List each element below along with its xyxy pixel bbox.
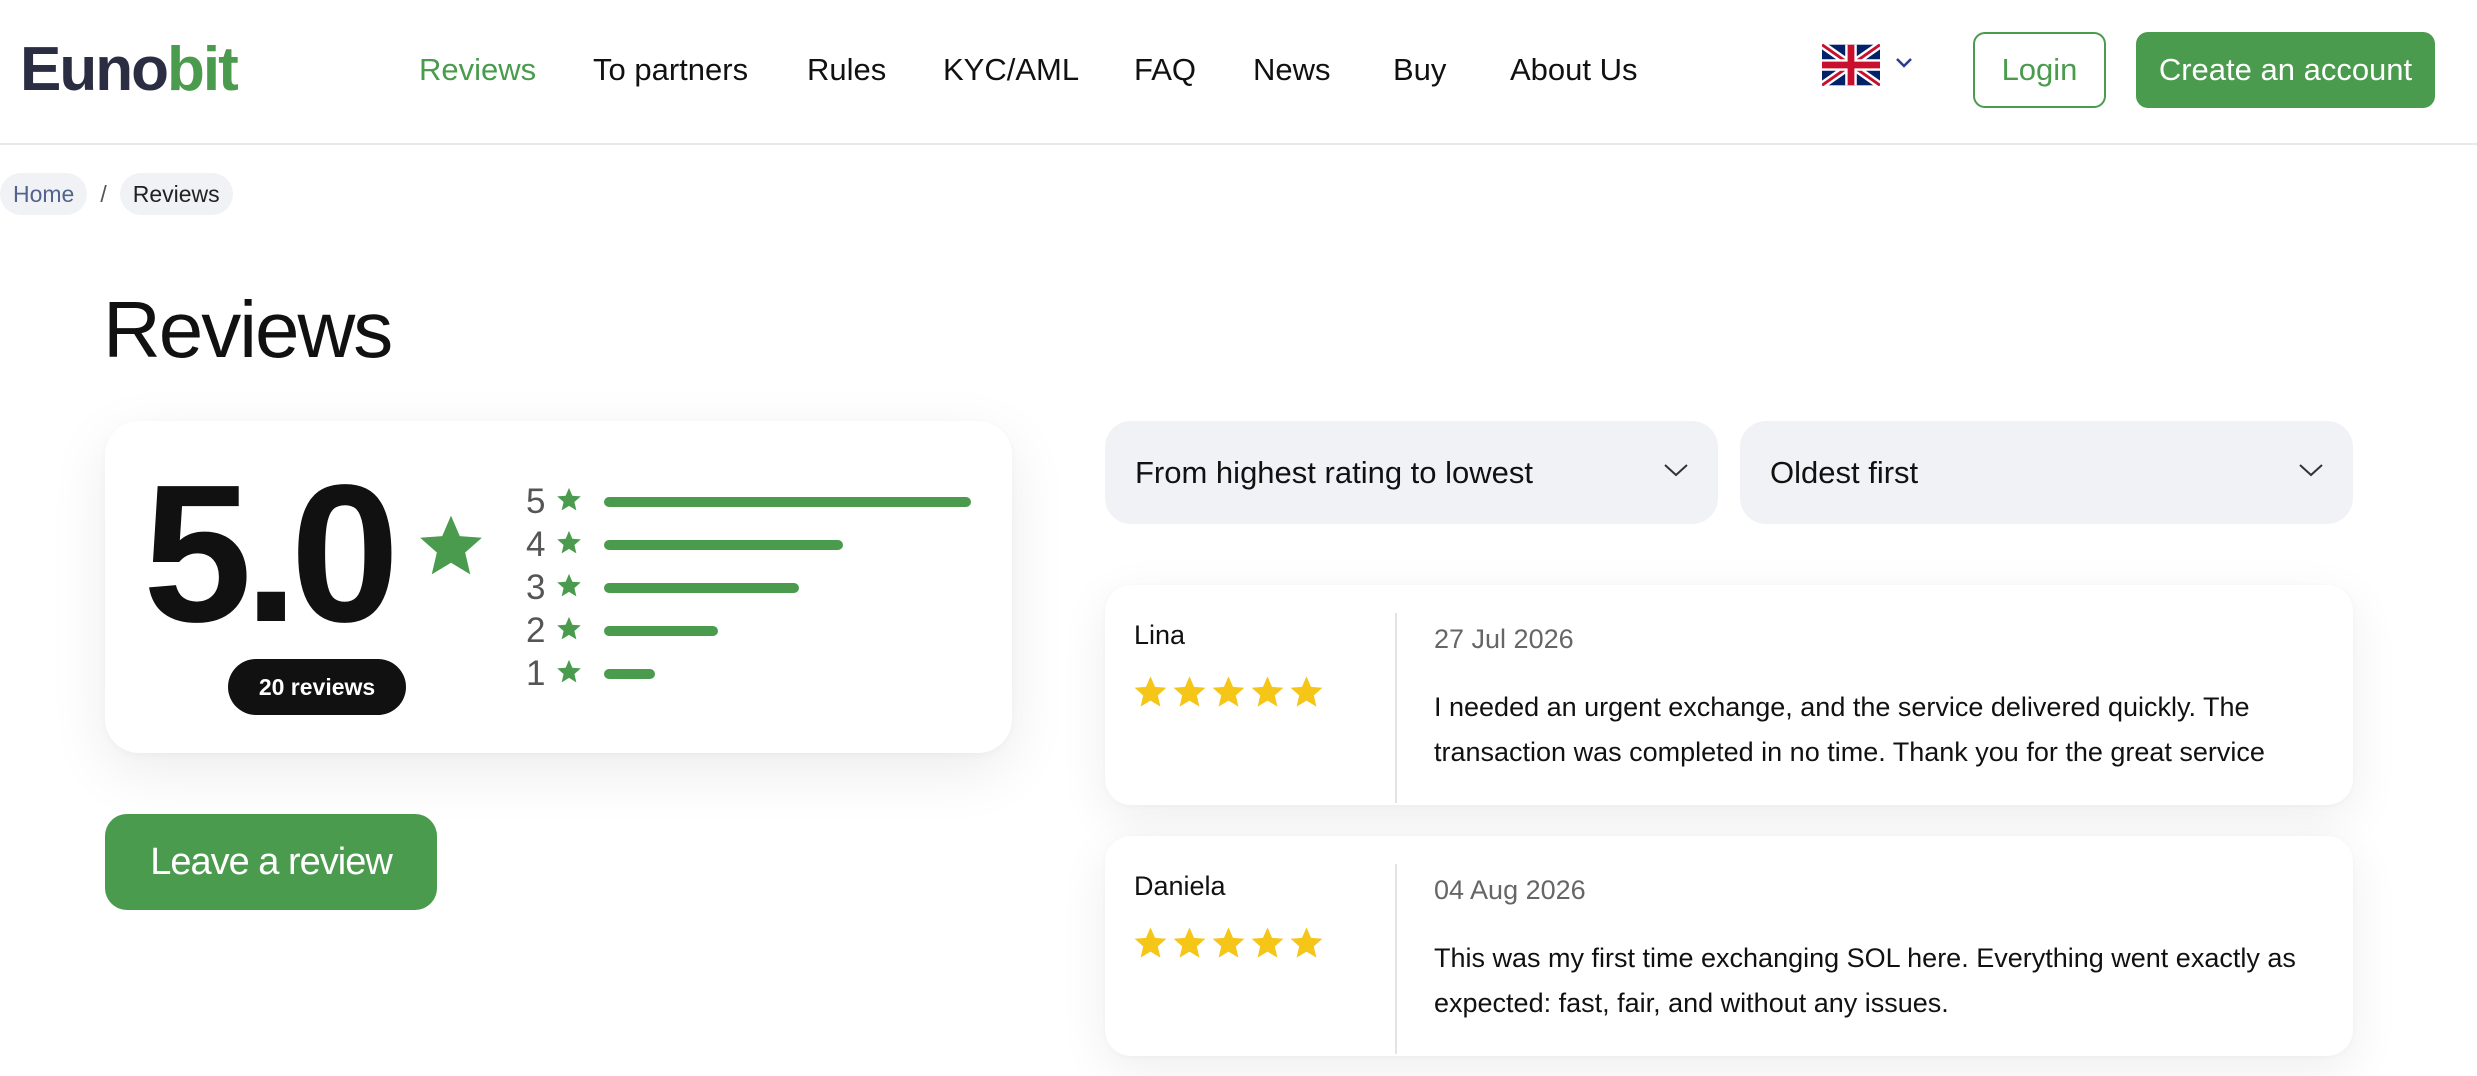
review-stars xyxy=(1133,926,1324,960)
nav-item-news[interactable]: News xyxy=(1253,50,1331,90)
review-divider xyxy=(1395,864,1397,1054)
date-sort-value: Oldest first xyxy=(1770,455,1919,490)
review-date: 27 Jul 2026 xyxy=(1434,624,1574,654)
review-author: Lina xyxy=(1134,620,1186,650)
review-stars xyxy=(1133,675,1324,709)
star-icon xyxy=(420,515,482,575)
site-header: Eunobit Reviews To partners Rules KYC/AM… xyxy=(0,0,2477,145)
breadcrumb-home[interactable]: Home xyxy=(0,173,88,215)
rating-distribution-row: 1 xyxy=(526,653,1006,693)
uk-flag-icon xyxy=(1822,44,1880,86)
rating-distribution-bar xyxy=(604,583,799,593)
review-date: 04 Aug 2026 xyxy=(1434,875,1586,905)
nav-item-buy[interactable]: Buy xyxy=(1393,50,1446,90)
star-icon xyxy=(1173,927,1206,958)
star-icon xyxy=(1212,927,1245,958)
language-selector[interactable] xyxy=(1822,44,1918,92)
rating-distribution-bar xyxy=(604,497,971,507)
star-icon xyxy=(1212,676,1245,707)
chevron-down-icon xyxy=(1896,58,1912,68)
chevron-down-icon xyxy=(2299,464,2323,477)
rating-distribution-row: 3 xyxy=(526,567,1006,607)
star-icon xyxy=(557,573,581,597)
star-icon xyxy=(1173,676,1206,707)
login-button[interactable]: Login xyxy=(1973,32,2106,108)
rating-distribution-label: 4 xyxy=(526,525,546,564)
rating-distribution-row: 2 xyxy=(526,610,1006,650)
nav-item-kyc-aml[interactable]: KYC/AML xyxy=(943,50,1079,90)
star-icon xyxy=(1290,927,1323,958)
star-icon xyxy=(1251,927,1284,958)
nav-item-rules[interactable]: Rules xyxy=(807,50,886,90)
star-icon xyxy=(1290,676,1323,707)
rating-sort-select[interactable]: From highest rating to lowest xyxy=(1105,421,1718,524)
breadcrumb-current: Reviews xyxy=(119,173,233,215)
star-icon xyxy=(557,659,581,683)
rating-distribution-label: 5 xyxy=(526,482,546,521)
rating-sort-value: From highest rating to lowest xyxy=(1135,455,1534,490)
nav-item-to-partners[interactable]: To partners xyxy=(593,50,748,90)
reviews-count-badge: 20 reviews xyxy=(228,659,406,715)
review-text: This was my first time exchanging SOL he… xyxy=(1434,943,2296,1018)
create-account-button[interactable]: Create an account xyxy=(2136,32,2435,108)
star-icon xyxy=(557,487,581,511)
review-card: Daniela 04 Aug 2026 This was my first ti… xyxy=(1105,836,2353,1056)
star-icon xyxy=(557,616,581,640)
average-score: 5.0 xyxy=(143,444,399,663)
leave-review-button[interactable]: Leave a review xyxy=(105,814,437,910)
star-icon xyxy=(1134,676,1167,707)
star-icon xyxy=(1251,676,1284,707)
page-title: Reviews xyxy=(103,285,393,374)
nav-item-faq[interactable]: FAQ xyxy=(1134,50,1196,90)
nav-item-about-us[interactable]: About Us xyxy=(1510,50,1638,90)
chevron-down-icon xyxy=(1664,464,1688,477)
nav-item-reviews[interactable]: Reviews xyxy=(419,50,536,90)
breadcrumb: Home / Reviews xyxy=(0,173,233,215)
rating-distribution-row: 5 xyxy=(526,481,1006,521)
rating-distribution-bar xyxy=(604,626,718,636)
rating-summary-card: 5.0 20 reviews 5 4 3 2 1 xyxy=(105,421,1012,753)
review-text: I needed an urgent exchange, and the ser… xyxy=(1434,692,2265,767)
date-sort-select[interactable]: Oldest first xyxy=(1740,421,2353,524)
breadcrumb-separator: / xyxy=(100,180,107,207)
star-icon xyxy=(1134,927,1167,958)
review-card: Lina 27 Jul 2026 I needed an urgent exch… xyxy=(1105,585,2353,805)
review-author: Daniela xyxy=(1134,871,1226,901)
star-icon xyxy=(557,530,581,554)
rating-distribution-bar xyxy=(604,540,843,550)
rating-distribution-label: 1 xyxy=(526,654,546,693)
rating-distribution-bar xyxy=(604,669,655,679)
rating-distribution-row: 4 xyxy=(526,524,1006,564)
rating-distribution-label: 2 xyxy=(526,611,546,650)
rating-distribution-label: 3 xyxy=(526,568,546,607)
review-divider xyxy=(1395,613,1397,803)
